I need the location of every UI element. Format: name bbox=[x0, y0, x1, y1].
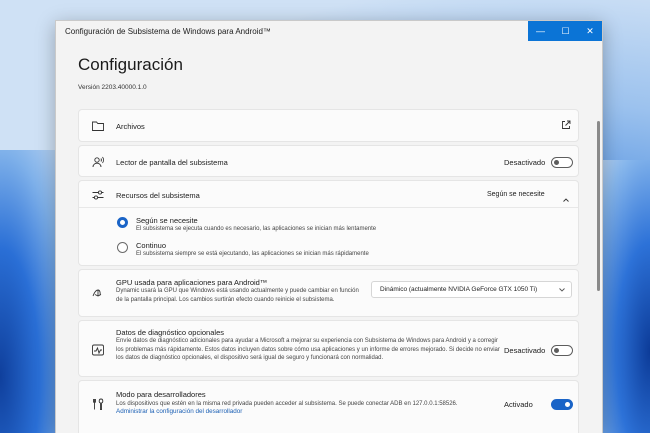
resources-selected[interactable]: Según se necesite bbox=[487, 191, 545, 198]
chevron-up-icon[interactable] bbox=[562, 191, 570, 202]
sliders-icon bbox=[91, 188, 105, 202]
version-label: Versión 2203.40000.1.0 bbox=[78, 84, 147, 91]
option-as-needed-label: Según se necesite bbox=[136, 216, 198, 225]
gpu-description: Dynamic usará la GPU que Windows está us… bbox=[116, 288, 359, 303]
divider bbox=[79, 207, 578, 208]
developer-status: Activado bbox=[504, 400, 533, 409]
radio-as-needed[interactable] bbox=[117, 217, 128, 228]
screen-reader-status: Desactivado bbox=[504, 158, 546, 167]
developer-card: Modo para desarrolladores Los dispositiv… bbox=[78, 380, 579, 433]
diagnostics-toggle[interactable] bbox=[551, 345, 573, 356]
developer-tools-icon bbox=[91, 397, 105, 411]
gpu-label: GPU usada para aplicaciones para Android… bbox=[116, 278, 268, 287]
developer-label: Modo para desarrolladores bbox=[116, 390, 206, 399]
diagnostics-status: Desactivado bbox=[504, 346, 546, 355]
window-title: Configuración de Subsistema de Windows p… bbox=[65, 26, 271, 36]
minimize-button[interactable]: — bbox=[528, 21, 553, 41]
radio-continuous[interactable] bbox=[117, 242, 128, 253]
gpu-dropdown[interactable]: Dinámico (actualmente NVIDIA GeForce GTX… bbox=[371, 281, 572, 298]
resources-label: Recursos del subsistema bbox=[116, 191, 200, 200]
option-continuous-label: Continuo bbox=[136, 241, 167, 250]
diagnostics-card: Datos de diagnóstico opcionales Envíe da… bbox=[78, 320, 579, 377]
title-bar[interactable]: Configuración de Subsistema de Windows p… bbox=[56, 21, 602, 41]
diagnostics-icon bbox=[91, 343, 105, 357]
close-button[interactable]: ✕ bbox=[578, 21, 602, 41]
developer-toggle[interactable] bbox=[551, 399, 573, 410]
caption-buttons: — ☐ ✕ bbox=[528, 21, 602, 41]
scrollbar[interactable] bbox=[597, 121, 600, 291]
maximize-button[interactable]: ☐ bbox=[553, 21, 578, 41]
gpu-icon bbox=[91, 286, 105, 300]
open-external-icon[interactable] bbox=[560, 119, 572, 131]
page-title: Configuración bbox=[78, 55, 183, 74]
option-continuous-desc: El subsistema siempre se está ejecutando… bbox=[136, 251, 369, 257]
gpu-dropdown-value: Dinámico (actualmente NVIDIA GeForce GTX… bbox=[380, 286, 538, 293]
screen-reader-label: Lector de pantalla del subsistema bbox=[116, 158, 228, 167]
option-as-needed-desc: El subsistema se ejecuta cuando es neces… bbox=[136, 226, 377, 232]
screen-reader-toggle[interactable] bbox=[551, 157, 573, 168]
settings-window: Configuración de Subsistema de Windows p… bbox=[55, 20, 603, 433]
developer-settings-link[interactable]: Administrar la configuración del desarro… bbox=[116, 408, 242, 415]
resources-card: Recursos del subsistema Según se necesit… bbox=[78, 180, 579, 266]
folder-icon bbox=[91, 119, 105, 133]
screen-reader-card: Lector de pantalla del subsistema Desact… bbox=[78, 145, 579, 177]
diagnostics-label: Datos de diagnóstico opcionales bbox=[116, 328, 224, 337]
files-label: Archivos bbox=[116, 122, 145, 131]
diagnostics-description: Envíe datos de diagnóstico adicionales p… bbox=[116, 338, 500, 362]
screen-reader-icon bbox=[91, 155, 105, 169]
files-card[interactable]: Archivos bbox=[78, 109, 579, 142]
chevron-down-icon bbox=[558, 286, 566, 294]
gpu-card: GPU usada para aplicaciones para Android… bbox=[78, 269, 579, 317]
